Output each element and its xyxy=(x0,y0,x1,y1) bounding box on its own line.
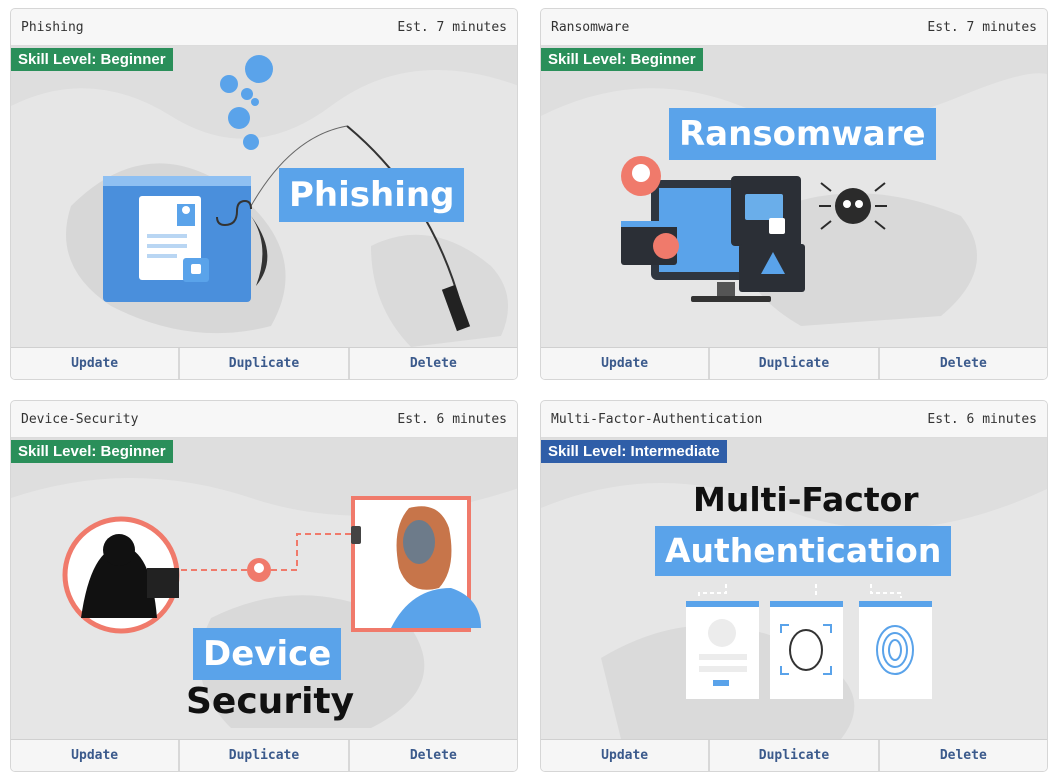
card-header: Phishing Est. 7 minutes xyxy=(11,9,517,46)
module-name: Phishing xyxy=(21,19,84,35)
thumbnail-title-line-1: Device xyxy=(193,628,342,680)
duplicate-button[interactable]: Duplicate xyxy=(710,740,880,771)
module-thumbnail[interactable]: Skill Level: Beginner Phishing xyxy=(11,46,517,347)
module-thumbnail[interactable]: Skill Level: Intermediate Multi-Factor A… xyxy=(541,438,1047,739)
module-name: Ransomware xyxy=(551,19,630,35)
duplicate-button[interactable]: Duplicate xyxy=(180,740,350,771)
module-card-multi-factor-authentication: Multi-Factor-Authentication Est. 6 minut… xyxy=(540,400,1048,772)
update-button[interactable]: Update xyxy=(541,740,711,771)
module-card-phishing: Phishing Est. 7 minutes Skill Level: Beg… xyxy=(10,8,518,380)
thumbnail-title-line-2: Authentication xyxy=(655,526,952,576)
card-actions: Update Duplicate Delete xyxy=(541,347,1047,379)
skill-level-badge: Skill Level: Beginner xyxy=(541,48,703,71)
estimated-time: Est. 6 minutes xyxy=(927,411,1037,427)
duplicate-button[interactable]: Duplicate xyxy=(180,348,350,379)
card-actions: Update Duplicate Delete xyxy=(11,739,517,771)
card-actions: Update Duplicate Delete xyxy=(541,739,1047,771)
update-button[interactable]: Update xyxy=(541,348,711,379)
module-card-ransomware: Ransomware Est. 7 minutes Skill Level: B… xyxy=(540,8,1048,380)
delete-button[interactable]: Delete xyxy=(879,348,1047,379)
delete-button[interactable]: Delete xyxy=(879,740,1047,771)
skill-level-badge: Skill Level: Beginner xyxy=(11,440,173,463)
thumbnail-illustration xyxy=(541,46,1047,326)
card-header: Ransomware Est. 7 minutes xyxy=(541,9,1047,46)
module-card-device-security: Device-Security Est. 6 minutes Skill Lev… xyxy=(10,400,518,772)
module-name: Device-Security xyxy=(21,411,139,427)
skill-level-badge: Skill Level: Beginner xyxy=(11,48,173,71)
delete-button[interactable]: Delete xyxy=(349,740,517,771)
thumbnail-title: Ransomware xyxy=(669,108,936,160)
module-thumbnail[interactable]: Skill Level: Beginner Device Security xyxy=(11,438,517,739)
thumbnail-title-line-1: Multi-Factor xyxy=(693,480,919,519)
estimated-time: Est. 7 minutes xyxy=(397,19,507,35)
thumbnail-title-line-2: Security xyxy=(186,681,355,722)
skill-level-badge: Skill Level: Intermediate xyxy=(541,440,727,463)
estimated-time: Est. 7 minutes xyxy=(927,19,1037,35)
update-button[interactable]: Update xyxy=(11,740,181,771)
duplicate-button[interactable]: Duplicate xyxy=(710,348,880,379)
module-thumbnail[interactable]: Skill Level: Beginner Ransomware xyxy=(541,46,1047,347)
module-name: Multi-Factor-Authentication xyxy=(551,411,763,427)
delete-button[interactable]: Delete xyxy=(349,348,517,379)
update-button[interactable]: Update xyxy=(11,348,181,379)
card-header: Device-Security Est. 6 minutes xyxy=(11,401,517,438)
estimated-time: Est. 6 minutes xyxy=(397,411,507,427)
card-header: Multi-Factor-Authentication Est. 6 minut… xyxy=(541,401,1047,438)
card-actions: Update Duplicate Delete xyxy=(11,347,517,379)
thumbnail-title: Phishing xyxy=(279,168,465,222)
